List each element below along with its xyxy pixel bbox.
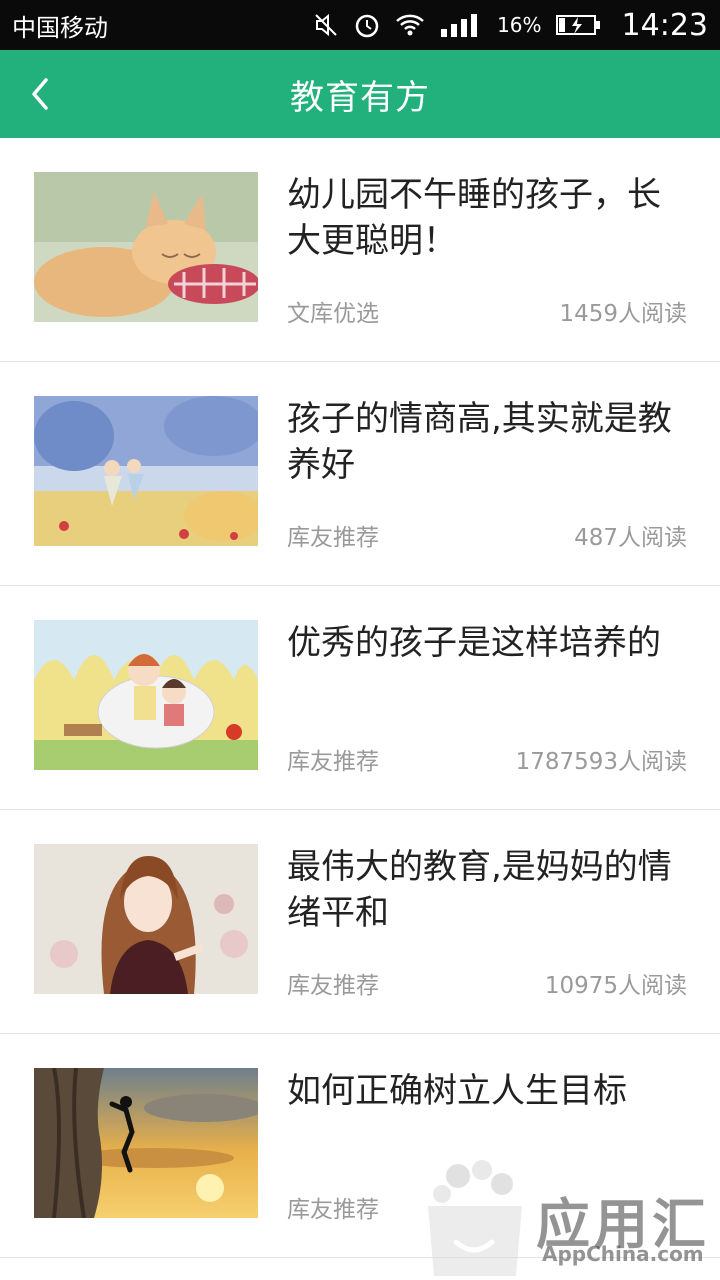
signal-icon [439,13,483,37]
article-read-count: 1459人阅读 [559,301,687,327]
article-source: 文库优选 [287,301,379,327]
battery-charging-icon [555,13,602,37]
back-button[interactable] [14,68,66,120]
article-title: 最伟大的教育,是妈妈的情绪平和 [287,847,672,933]
article-item[interactable]: 如何正确树立人生目标 库友推荐 [0,1034,720,1258]
article-read-count: 487人阅读 [574,525,687,551]
article-read-count: 1787593人阅读 [515,749,687,775]
article-thumbnail [34,844,258,994]
mute-icon [313,12,339,38]
battery-level: 16% [497,13,542,37]
clock: 14:23 [621,7,708,43]
article-thumbnail [34,396,258,546]
article-item[interactable]: 最伟大的教育,是妈妈的情绪平和 库友推荐 10975人阅读 [0,810,720,1034]
article-thumbnail [34,172,258,322]
article-item[interactable]: 孩子的情商高,其实就是教养好 库友推荐 487人阅读 [0,362,720,586]
wifi-icon [395,13,425,37]
status-icons: 16% 14:23 [313,8,708,43]
article-list: 幼儿园不午睡的孩子，长大更聪明！ 文库优选 1459人阅读 孩子的情商高,其实就 [0,138,720,1258]
article-thumbnail [34,1068,258,1218]
article-read-count: 10975人阅读 [544,973,687,999]
article-title: 孩子的情商高,其实就是教养好 [287,399,672,485]
article-source: 库友推荐 [287,525,379,551]
article-title: 幼儿园不午睡的孩子，长大更聪明！ [287,175,661,261]
carrier-name: 中国移动 [12,13,108,42]
article-thumbnail [34,620,258,770]
article-source: 库友推荐 [287,973,379,999]
article-source: 库友推荐 [287,1197,379,1223]
alarm-icon [353,11,381,39]
app-bar: 教育有方 [0,50,720,138]
article-title: 优秀的孩子是这样培养的 [287,623,661,663]
article-source: 库友推荐 [287,749,379,775]
article-item[interactable]: 优秀的孩子是这样培养的 库友推荐 1787593人阅读 [0,586,720,810]
chevron-left-icon [32,78,48,110]
article-title: 如何正确树立人生目标 [287,1071,627,1111]
page-title: 教育有方 [290,77,430,118]
status-bar: 中国移动 16% 14:23 [0,0,720,50]
article-item[interactable]: 幼儿园不午睡的孩子，长大更聪明！ 文库优选 1459人阅读 [0,138,720,362]
